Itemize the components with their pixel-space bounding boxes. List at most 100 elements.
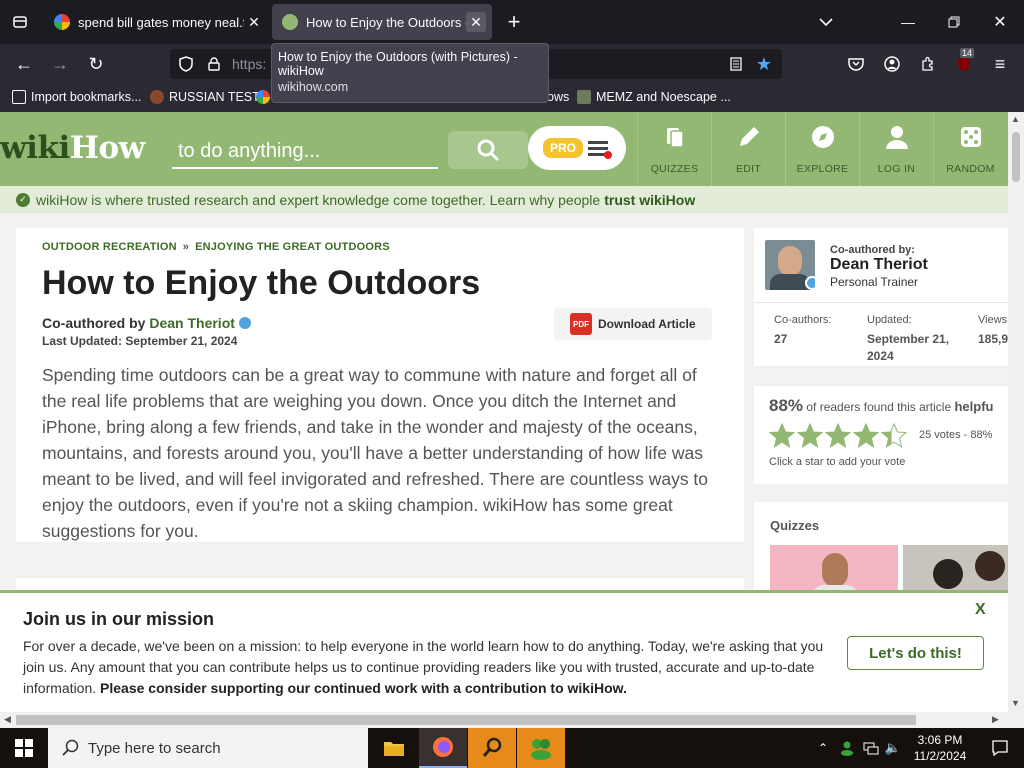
- compass-icon: [812, 126, 834, 148]
- stat-coauthors: Co-authors: 27: [774, 314, 831, 348]
- vertical-scroll-thumb[interactable]: [1012, 132, 1020, 182]
- mission-title: Join us in our mission: [23, 609, 215, 629]
- nav-edit[interactable]: EDIT: [711, 112, 785, 186]
- mission-banner: Join us in our mission X For over a deca…: [0, 590, 1008, 712]
- notification-icon[interactable]: [976, 728, 1024, 768]
- reload-icon[interactable]: ↻: [82, 50, 110, 78]
- tab-bar: spend bill gates money neal.fun ✕ How to…: [0, 0, 1024, 44]
- stat-label: Updated:: [867, 314, 912, 326]
- bookmark-russian-test[interactable]: RUSSIAN TEST: [150, 90, 260, 104]
- import-icon: [12, 90, 26, 104]
- last-updated: Last Updated: September 21, 2024: [42, 334, 238, 348]
- quizzes-title: Quizzes: [770, 518, 820, 533]
- pocket-icon[interactable]: [842, 50, 870, 78]
- vertical-scrollbar[interactable]: ▲ ▼: [1008, 112, 1024, 712]
- ublock-icon[interactable]: 14: [950, 48, 978, 78]
- nav-label: EDIT: [735, 163, 762, 175]
- minimize-icon[interactable]: —: [894, 8, 922, 36]
- clock-date: 11/2/2024: [913, 749, 967, 763]
- account-icon[interactable]: [878, 50, 906, 78]
- star-icon[interactable]: [768, 422, 796, 450]
- scroll-right-arrow-icon[interactable]: ▶: [992, 714, 999, 725]
- shield-icon[interactable]: [172, 50, 200, 78]
- reader-view-icon[interactable]: [722, 50, 750, 78]
- file-explorer-icon[interactable]: [370, 728, 418, 768]
- system-clock[interactable]: 3:06 PM 11/2/2024: [906, 732, 974, 764]
- forward-icon[interactable]: →: [46, 50, 74, 78]
- nav-label: LOG IN: [877, 163, 916, 175]
- coauthor-prefix: Co-authored by: [42, 315, 146, 331]
- author-link[interactable]: Dean Theriot: [149, 315, 235, 331]
- wikihow-logo[interactable]: wikiHow: [0, 130, 145, 166]
- tab-overview-icon[interactable]: [6, 8, 34, 36]
- star-icon[interactable]: [852, 422, 880, 450]
- bookmark-memz[interactable]: MEMZ and Noescape ...: [577, 90, 731, 104]
- horizontal-scrollbar[interactable]: ◀ ▶: [0, 712, 1008, 728]
- search-icon: [477, 139, 499, 161]
- pro-menu-button[interactable]: PRO: [528, 126, 626, 170]
- rating-text: of readers found this article: [806, 400, 952, 414]
- scroll-down-arrow-icon[interactable]: ▼: [1011, 698, 1020, 708]
- star-icon[interactable]: [880, 422, 908, 450]
- rating-helpful: helpfu: [954, 399, 994, 414]
- bookmark-ows[interactable]: ows: [547, 90, 569, 104]
- menu-icon[interactable]: ≡: [986, 50, 1014, 78]
- nav-explore[interactable]: EXPLORE: [785, 112, 859, 186]
- horizontal-scroll-thumb[interactable]: [16, 715, 916, 725]
- nav-log-in[interactable]: LOG IN: [859, 112, 933, 186]
- volume-icon[interactable]: 🔈: [882, 728, 904, 768]
- tooltip-url: wikihow.com: [278, 80, 349, 94]
- download-label: Download Article: [598, 317, 696, 331]
- trust-text: wikiHow is where trusted research and ex…: [36, 191, 601, 208]
- contribute-button[interactable]: Let's do this!: [847, 636, 984, 670]
- clock-time: 3:06 PM: [917, 733, 963, 747]
- tray-people-icon[interactable]: [836, 728, 858, 768]
- tab-tooltip: How to Enjoy the Outdoors (with Pictures…: [271, 43, 549, 103]
- star-icon[interactable]: [824, 422, 852, 450]
- breadcrumb-link[interactable]: OUTDOOR RECREATION: [42, 241, 177, 253]
- close-window-icon[interactable]: ✕: [986, 8, 1014, 36]
- bookmark-star-icon[interactable]: ★: [750, 50, 778, 78]
- taskbar-search-box[interactable]: Type here to search: [48, 728, 368, 768]
- extensions-icon[interactable]: [914, 50, 942, 78]
- breadcrumb-link[interactable]: ENJOYING THE GREAT OUTDOORS: [195, 241, 390, 253]
- google-icon: [256, 90, 270, 104]
- scroll-left-arrow-icon[interactable]: ◀: [4, 714, 11, 725]
- firefox-icon[interactable]: [419, 728, 467, 768]
- list-all-tabs-icon[interactable]: [812, 8, 840, 36]
- avatar[interactable]: [765, 240, 815, 290]
- star-rating[interactable]: [768, 422, 908, 450]
- scroll-up-arrow-icon[interactable]: ▲: [1011, 114, 1020, 124]
- close-tab-icon[interactable]: ✕: [466, 12, 486, 32]
- author-name[interactable]: Dean Theriot: [830, 256, 928, 274]
- trust-link[interactable]: trust wikiHow: [604, 192, 695, 208]
- quiz-person-image: [822, 553, 848, 587]
- article-card: OUTDOOR RECREATION » ENJOYING THE GREAT OU…: [16, 228, 744, 542]
- network-icon[interactable]: [860, 728, 882, 768]
- close-banner-button[interactable]: X: [975, 601, 986, 619]
- site-search-input[interactable]: to do anything...: [172, 136, 438, 169]
- new-tab-icon[interactable]: +: [500, 8, 528, 36]
- nav-quizzes[interactable]: QUIZZES: [637, 112, 711, 186]
- back-icon[interactable]: ←: [10, 50, 38, 78]
- google-icon: [54, 14, 70, 30]
- restore-icon[interactable]: [940, 8, 968, 36]
- show-hidden-icons[interactable]: ⌃: [812, 728, 834, 768]
- download-article-button[interactable]: PDF Download Article: [554, 308, 712, 340]
- start-button[interactable]: [0, 728, 48, 768]
- user-icon: [886, 126, 908, 149]
- quizzes-icon: [667, 128, 684, 148]
- lock-icon[interactable]: [200, 50, 228, 78]
- star-icon[interactable]: [796, 422, 824, 450]
- search-button[interactable]: [448, 131, 528, 169]
- tab-spend-bill-gates[interactable]: spend bill gates money neal.fun ✕: [44, 4, 270, 40]
- nav-random[interactable]: RANDOM: [933, 112, 1007, 186]
- magnifier-app-icon[interactable]: [468, 728, 516, 768]
- people-app-icon[interactable]: [517, 728, 565, 768]
- site-header: wikiHow to do anything... PRO QUIZZES ED…: [0, 112, 1008, 186]
- bookmark-import[interactable]: Import bookmarks...: [12, 90, 141, 104]
- page-viewport: wikiHow to do anything... PRO QUIZZES ED…: [0, 112, 1008, 712]
- rating-percent: 88%: [769, 396, 804, 415]
- tab-wikihow[interactable]: How to Enjoy the Outdoors (with Pictures…: [272, 4, 492, 40]
- close-tab-icon[interactable]: ✕: [244, 12, 264, 32]
